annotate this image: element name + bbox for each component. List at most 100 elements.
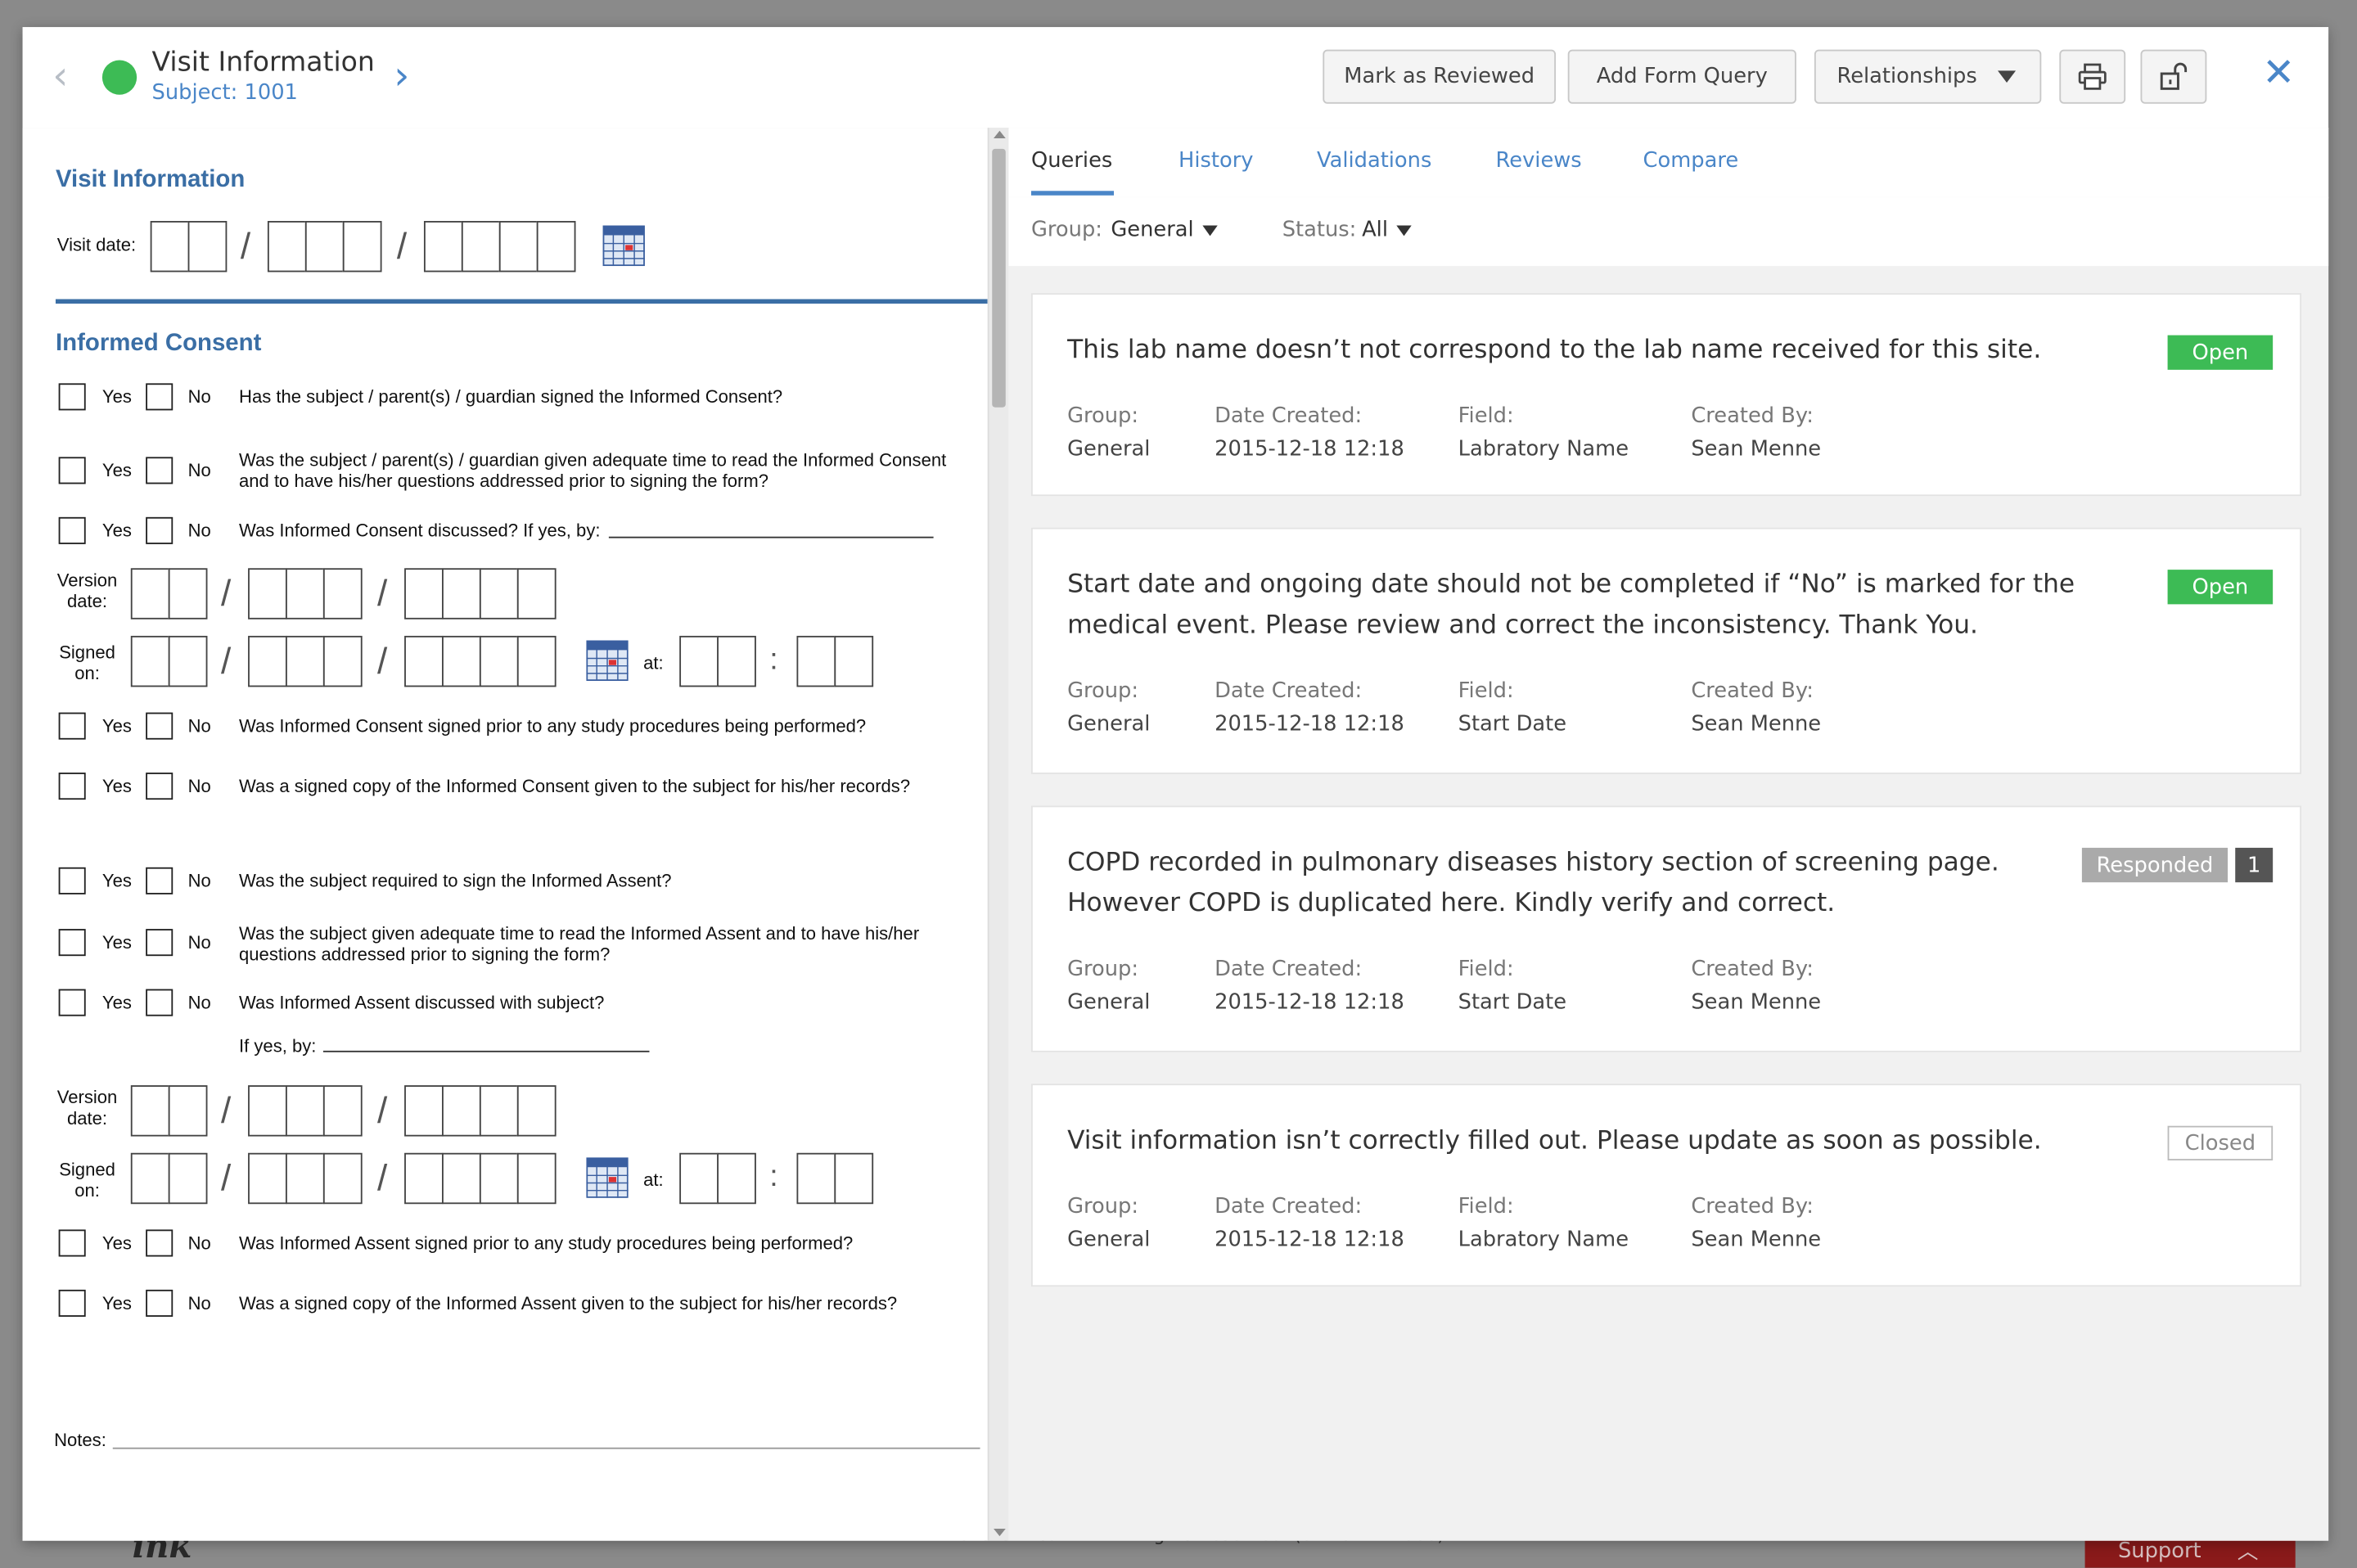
- date-separator: /: [221, 642, 232, 683]
- at-label: at:: [643, 1169, 664, 1191]
- signed-date-month[interactable]: [130, 635, 208, 687]
- q6-no-checkbox[interactable]: [146, 867, 174, 894]
- version-date-year[interactable]: [404, 568, 557, 620]
- q8-yes-checkbox[interactable]: [58, 989, 86, 1016]
- meta-field-label: Field:: [1458, 957, 1514, 982]
- date-separator: /: [396, 227, 408, 268]
- q7-yes-checkbox[interactable]: [58, 929, 86, 957]
- no-label: No: [187, 992, 211, 1013]
- scroll-up-icon[interactable]: [994, 130, 1006, 138]
- q4-no-checkbox[interactable]: [146, 712, 174, 740]
- subject-link[interactable]: Subject: 1001: [152, 81, 298, 105]
- tab-reviews[interactable]: Reviews: [1496, 149, 1582, 173]
- signed-time-minute[interactable]: [796, 635, 874, 687]
- notes-field[interactable]: [112, 1447, 980, 1449]
- meta-date-value: 2015-12-18 12:18: [1215, 990, 1404, 1015]
- q1-no-checkbox[interactable]: [146, 383, 174, 411]
- q10-yes-checkbox[interactable]: [58, 1289, 86, 1317]
- q1-yes-checkbox[interactable]: [58, 383, 86, 411]
- visit-date-year[interactable]: [423, 221, 576, 273]
- q5-yes-checkbox[interactable]: [58, 773, 86, 800]
- version-date-year[interactable]: [404, 1085, 557, 1137]
- date-separator: /: [377, 574, 388, 615]
- visit-date-label: Visit date:: [56, 234, 137, 256]
- query-card[interactable]: Start date and ongoing date should not b…: [1031, 527, 2302, 774]
- chevron-right-icon[interactable]: ›: [394, 57, 409, 97]
- query-card[interactable]: COPD recorded in pulmonary diseases hist…: [1031, 805, 2302, 1052]
- scroll-down-icon[interactable]: [994, 1528, 1006, 1537]
- scroll-thumb[interactable]: [992, 148, 1006, 408]
- q2-yes-checkbox[interactable]: [58, 457, 86, 484]
- q3-no-checkbox[interactable]: [146, 516, 174, 544]
- discussed-by-field[interactable]: [608, 536, 934, 538]
- visit-date-month[interactable]: [150, 221, 228, 273]
- relationships-dropdown[interactable]: Relationships: [1814, 49, 2042, 104]
- version-date-month[interactable]: [130, 568, 208, 620]
- question-text: Was Informed Assent signed prior to any …: [239, 1232, 854, 1254]
- if-yes-by-label: If yes, by:: [239, 1035, 317, 1057]
- filter-bar: Group: General Status: All: [1008, 196, 2329, 267]
- q5-no-checkbox[interactable]: [146, 773, 174, 800]
- signed-time-hour[interactable]: [679, 1152, 756, 1205]
- yes-label: Yes: [101, 931, 132, 953]
- query-card[interactable]: Visit information isn’t correctly filled…: [1031, 1084, 2302, 1287]
- tab-validations[interactable]: Validations: [1317, 149, 1431, 173]
- meta-created-by-label: Created By:: [1691, 404, 1814, 429]
- signed-time-minute[interactable]: [796, 1152, 874, 1205]
- meta-date-label: Date Created:: [1215, 679, 1363, 704]
- question-text: Was Informed Assent discussed with subje…: [239, 992, 605, 1013]
- visit-date-day[interactable]: [267, 221, 382, 273]
- calendar-icon[interactable]: [586, 640, 629, 682]
- q8-no-checkbox[interactable]: [146, 989, 174, 1016]
- date-separator: /: [240, 227, 251, 268]
- no-label: No: [187, 1232, 211, 1254]
- meta-created-by-value: Sean Menne: [1691, 1228, 1822, 1252]
- query-card[interactable]: This lab name doesn’t not correspond to …: [1031, 293, 2302, 497]
- relationships-label: Relationships: [1836, 64, 1977, 89]
- status-filter-dropdown[interactable]: All: [1362, 218, 1413, 242]
- version-date-day[interactable]: [248, 1085, 363, 1137]
- q6-yes-checkbox[interactable]: [58, 867, 86, 894]
- tab-queries[interactable]: Queries: [1031, 149, 1112, 173]
- meta-date-label: Date Created:: [1215, 1195, 1363, 1219]
- calendar-icon[interactable]: [602, 225, 645, 267]
- chevron-left-icon[interactable]: ‹: [52, 57, 68, 97]
- query-message: Visit information isn’t correctly filled…: [1067, 1125, 2042, 1156]
- print-button[interactable]: [2059, 49, 2126, 104]
- group-filter-dropdown[interactable]: General: [1111, 218, 1219, 242]
- add-form-query-button[interactable]: Add Form Query: [1567, 49, 1796, 104]
- unlock-button[interactable]: [2140, 49, 2207, 104]
- caret-down-icon: [1998, 70, 2017, 83]
- version-date-day[interactable]: [248, 568, 363, 620]
- question-text: Was the subject required to sign the Inf…: [239, 870, 672, 892]
- q9-no-checkbox[interactable]: [146, 1229, 174, 1257]
- calendar-icon[interactable]: [586, 1157, 629, 1198]
- unlock-icon: [2160, 62, 2188, 90]
- q2-no-checkbox[interactable]: [146, 457, 174, 484]
- q3-yes-checkbox[interactable]: [58, 516, 86, 544]
- signed-time-hour[interactable]: [679, 635, 756, 687]
- q4-yes-checkbox[interactable]: [58, 712, 86, 740]
- version-date-month[interactable]: [130, 1085, 208, 1137]
- signed-date-day[interactable]: [248, 1152, 363, 1205]
- form-scrollbar[interactable]: [987, 128, 1009, 1541]
- meta-group-label: Group:: [1067, 679, 1139, 704]
- signed-date-year[interactable]: [404, 635, 557, 687]
- q10-no-checkbox[interactable]: [146, 1289, 174, 1317]
- form-pane: Visit Information Visit date: / / Inform…: [22, 128, 988, 1541]
- q9-yes-checkbox[interactable]: [58, 1229, 86, 1257]
- meta-date-value: 2015-12-18 12:18: [1215, 712, 1404, 737]
- q7-no-checkbox[interactable]: [146, 929, 174, 957]
- caret-down-icon: [1202, 224, 1219, 236]
- signed-date-day[interactable]: [248, 635, 363, 687]
- tab-history[interactable]: History: [1178, 149, 1253, 173]
- signed-date-month[interactable]: [130, 1152, 208, 1205]
- assent-discussed-by-field[interactable]: [322, 1050, 650, 1052]
- signed-date-year[interactable]: [404, 1152, 557, 1205]
- tab-compare[interactable]: Compare: [1643, 149, 1739, 173]
- mark-reviewed-button[interactable]: Mark as Reviewed: [1323, 49, 1557, 104]
- meta-group-label: Group:: [1067, 957, 1139, 982]
- page-title: Visit Information: [151, 46, 375, 79]
- response-count-badge: 1: [2235, 847, 2274, 883]
- close-icon[interactable]: ✕: [2262, 54, 2295, 93]
